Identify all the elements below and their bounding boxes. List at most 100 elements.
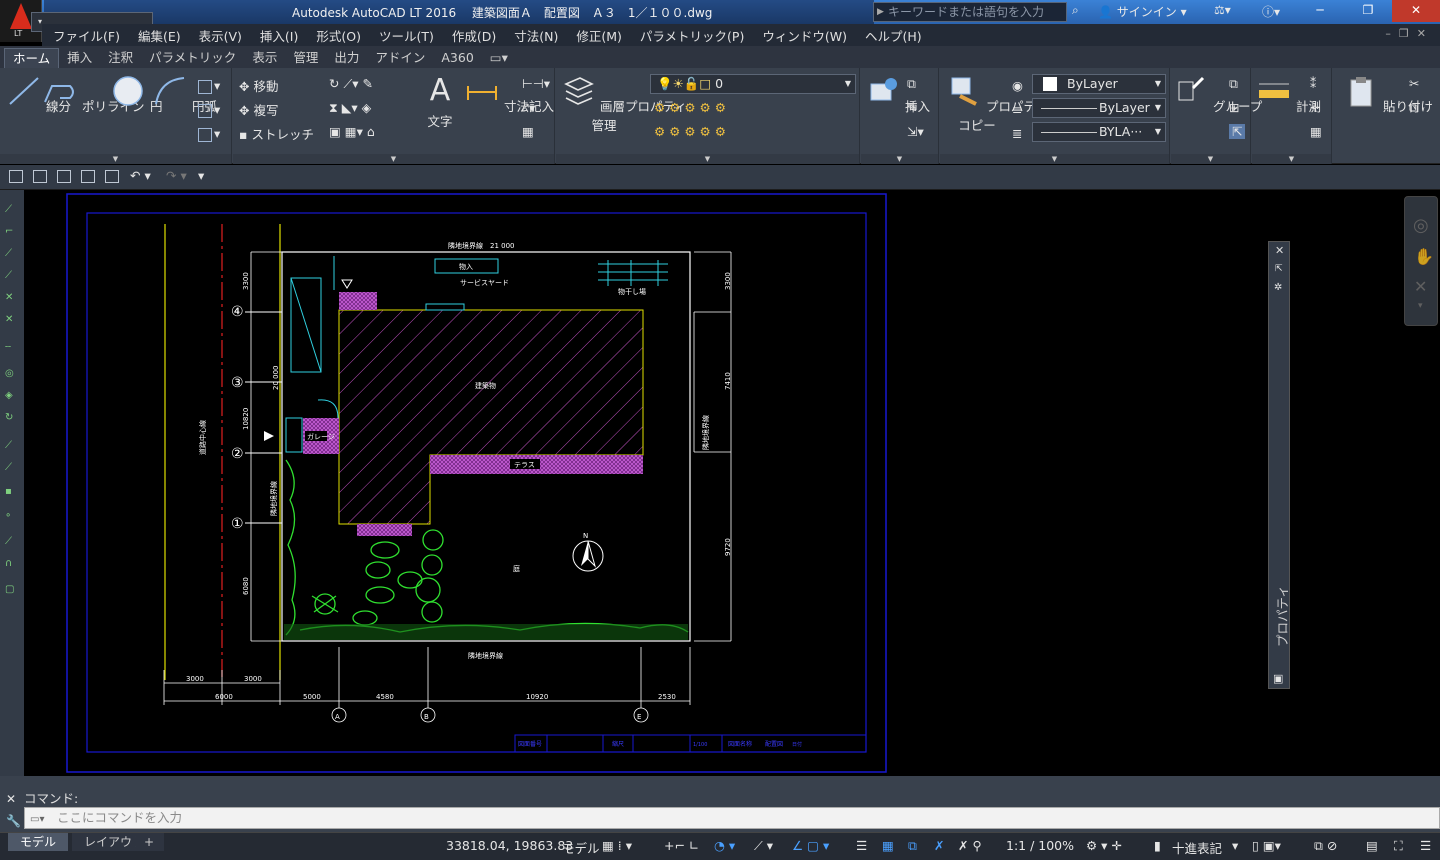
minimize-button[interactable]: ─: [1296, 0, 1344, 22]
break-tool-icon[interactable]: ⟋: [5, 440, 19, 451]
application-menu-button[interactable]: LT ▾: [0, 0, 153, 42]
create-block-icon[interactable]: ⧉: [907, 76, 916, 92]
stretch-button[interactable]: ▪ ストレッチ: [239, 124, 314, 143]
osnap-icon[interactable]: ⟋ ▾: [754, 838, 773, 854]
current-layer-dropdown[interactable]: 💡☀🔓□ 0 ▼: [650, 74, 856, 94]
polyline-tool-icon[interactable]: ⟋: [5, 248, 19, 259]
layer-properties-button[interactable]: 画層プロパティ 管理: [560, 74, 687, 134]
rotate-icon[interactable]: ↻ ⟋▾ ✎: [329, 76, 373, 92]
menu-edit[interactable]: 編集(E): [138, 26, 181, 45]
point-tool-icon[interactable]: ∘: [5, 510, 19, 521]
annotation-scale-value[interactable]: 1:1 / 100%: [1006, 838, 1074, 853]
tab-view[interactable]: 表示: [244, 48, 285, 68]
paste-button[interactable]: 貼り付け: [1343, 74, 1433, 115]
linetype-dropdown[interactable]: ByLayer ▼: [1032, 98, 1166, 118]
tab-model[interactable]: モデル: [8, 833, 69, 851]
measure-button[interactable]: 計測: [1256, 74, 1321, 115]
clean-screen-icon[interactable]: ⛶: [1394, 838, 1403, 854]
menu-file[interactable]: ファイル(F): [53, 26, 120, 45]
workspace-gear-icon[interactable]: ⚙ ▾ ✛: [1086, 838, 1122, 853]
hatch-icon[interactable]: ▾: [198, 102, 220, 118]
menu-tools[interactable]: ツール(T): [379, 26, 434, 45]
customize-qat-icon[interactable]: ▾: [198, 168, 204, 183]
close-button[interactable]: ✕: [1392, 0, 1440, 22]
close-icon[interactable]: ✕: [1275, 244, 1284, 257]
rotate-tool-icon[interactable]: ◈: [5, 390, 19, 401]
xline-tool-icon[interactable]: ⌐: [5, 226, 19, 237]
tab-addins[interactable]: アドイン: [367, 48, 433, 68]
edit-block-icon[interactable]: ✎: [907, 100, 917, 115]
tab-manage[interactable]: 管理: [285, 48, 326, 68]
table-icon[interactable]: ▦: [522, 124, 534, 139]
snap-toggle-icon[interactable]: +⌐ ∟: [664, 838, 699, 853]
layer-tools-row1[interactable]: ⚙ ⚙ ⚙ ⚙ ⚙: [654, 100, 726, 115]
undo-icon[interactable]: ↶ ▾: [130, 168, 151, 183]
save-as-icon[interactable]: [81, 170, 95, 183]
menu-format[interactable]: 形式(O): [316, 26, 361, 45]
command-input[interactable]: ▭▾ ここにコマンドを入力: [24, 807, 1440, 829]
settings-icon[interactable]: ✲: [1274, 282, 1282, 293]
object-snap-tracking-icon[interactable]: ∠ ▢ ▾: [792, 838, 829, 853]
close-icon[interactable]: ✕: [6, 792, 16, 806]
pan-icon[interactable]: ✋: [1414, 247, 1434, 266]
polar-tracking-icon[interactable]: ◔ ▾: [714, 838, 735, 853]
tab-a360[interactable]: A360: [433, 48, 481, 68]
steering-wheel-icon[interactable]: ◎: [1413, 215, 1429, 236]
block-attribute-icon[interactable]: ⇲▾: [907, 124, 924, 139]
properties-palette[interactable]: ✕ ⇱ ✲ プロパティ ▣: [1268, 241, 1290, 689]
tab-output[interactable]: 出力: [326, 48, 367, 68]
document-window-controls[interactable]: –❐✕: [1385, 27, 1434, 40]
navigation-bar[interactable]: ◎ ✋ ✕ ▾: [1404, 196, 1438, 326]
panel-utilities-expand[interactable]: ▼: [1252, 154, 1331, 164]
copy-button[interactable]: ✥ 複写: [239, 100, 278, 119]
new-file-icon[interactable]: [9, 170, 23, 183]
line-tool-icon[interactable]: ⟋: [5, 204, 19, 215]
menu-modify[interactable]: 修正(M): [576, 26, 622, 45]
text-tool-icon[interactable]: ▢: [5, 584, 19, 595]
grid-toggle-icon[interactable]: ▦ ⁞ ▾: [602, 838, 632, 853]
units-dropdown-icon[interactable]: ▾: [1232, 838, 1238, 853]
move-button[interactable]: ✥ 移動: [239, 76, 278, 95]
units-value[interactable]: 十進表記: [1172, 838, 1222, 857]
customize-menu-icon[interactable]: ☰: [1420, 838, 1431, 853]
cut-icon[interactable]: ✂: [1409, 76, 1419, 91]
tab-annotate[interactable]: 注釈: [100, 48, 141, 68]
menu-view[interactable]: 表示(V): [199, 26, 242, 45]
drawing-area[interactable]: 図面番号 縮尺 1/100 図面名称 配置図 日付 道路中心線 隣地境界線 21…: [24, 190, 1440, 776]
hardware-accel-icon[interactable]: ▤: [1366, 838, 1378, 853]
color-dropdown[interactable]: ByLayer ▼: [1032, 74, 1166, 94]
palette-icon[interactable]: ▣: [1273, 672, 1283, 685]
lineweight-toggle-icon[interactable]: ☰: [856, 838, 867, 853]
panel-layers-expand[interactable]: ▼: [556, 154, 859, 164]
panel-groups-expand[interactable]: ▼: [1171, 154, 1250, 164]
dimension-button[interactable]: 寸法記入: [464, 74, 554, 115]
polygon-tool-icon[interactable]: ⟋: [5, 270, 19, 281]
group-button[interactable]: グループ: [1173, 74, 1262, 115]
group-edit-icon[interactable]: ⊞: [1229, 100, 1239, 115]
region-icon[interactable]: ▾: [198, 126, 220, 142]
transparency-toggle-icon[interactable]: ▦: [882, 838, 894, 853]
tab-parametric[interactable]: パラメトリック: [141, 48, 244, 68]
circle-button[interactable]: 円: [110, 74, 163, 115]
open-file-icon[interactable]: [33, 170, 47, 183]
line-button[interactable]: 線分: [6, 74, 71, 115]
hatch-tool-icon[interactable]: ⟋: [5, 536, 19, 547]
trim-tool-icon[interactable]: ✕: [5, 292, 19, 303]
linear-dim-icon[interactable]: ⊢⊣▾: [522, 76, 550, 91]
panel-block-expand[interactable]: ▼: [861, 154, 938, 164]
arc-button[interactable]: 円弧: [152, 74, 217, 115]
panel-draw-expand[interactable]: ▼: [0, 154, 231, 164]
print-icon[interactable]: [105, 170, 119, 183]
redo-icon[interactable]: ↷ ▾: [166, 168, 187, 183]
restore-button[interactable]: ❐: [1344, 0, 1392, 22]
model-space-button[interactable]: モデル: [562, 838, 600, 857]
tab-home[interactable]: ホーム: [4, 48, 60, 68]
menu-draw[interactable]: 作成(D): [452, 26, 496, 45]
rectangle-icon[interactable]: ▾: [198, 78, 220, 94]
group-select-icon[interactable]: ⇱: [1229, 124, 1246, 139]
ungroup-icon[interactable]: ⧉: [1229, 76, 1238, 92]
add-layout-button[interactable]: +: [136, 833, 163, 851]
insert-block-button[interactable]: 挿入: [865, 74, 930, 115]
wrench-icon[interactable]: 🔧: [6, 814, 21, 828]
annotation-visibility-icon[interactable]: ✗: [934, 838, 944, 853]
